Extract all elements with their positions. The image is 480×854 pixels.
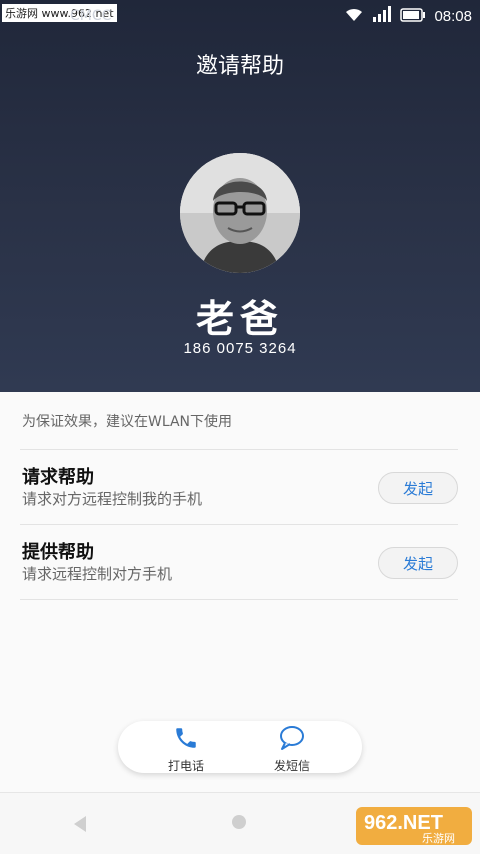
battery-icon bbox=[400, 7, 426, 26]
status-bar: 乐游网 www.962.net CMCC 08:08 bbox=[0, 0, 480, 34]
contact-name: 老爸 bbox=[195, 297, 284, 341]
divider bbox=[20, 524, 458, 525]
divider bbox=[20, 449, 458, 450]
phone-icon bbox=[173, 728, 199, 755]
home-icon[interactable] bbox=[232, 815, 246, 829]
clock: 08:08 bbox=[434, 7, 472, 25]
avatar bbox=[180, 153, 300, 273]
carrier-label: CMCC bbox=[70, 8, 112, 24]
back-icon[interactable] bbox=[72, 815, 88, 837]
request-help-start-button[interactable]: 发起 bbox=[378, 472, 458, 504]
option-subtitle: 请求远程控制对方手机 bbox=[22, 565, 173, 583]
option-title: 提供帮助 bbox=[22, 542, 94, 563]
phone-number: 186 0075 3264 bbox=[183, 340, 297, 357]
call-label: 打电话 bbox=[167, 759, 204, 773]
contact-header: 乐游网 www.962.net CMCC 08:08 邀请帮助 老爸 186 0… bbox=[0, 0, 480, 392]
status-icons: 08:08 bbox=[344, 6, 472, 26]
contact-actions-bar: 打电话 发短信 bbox=[118, 721, 362, 773]
logo-text: 962.NET bbox=[364, 812, 443, 834]
divider bbox=[20, 599, 458, 600]
system-nav-bar: 962.NET 乐游网 bbox=[0, 792, 480, 854]
wifi-icon bbox=[344, 6, 364, 26]
site-watermark-logo: 962.NET 乐游网 bbox=[354, 805, 474, 847]
message-icon bbox=[278, 726, 306, 755]
option-subtitle: 请求对方远程控制我的手机 bbox=[22, 490, 203, 508]
sms-label: 发短信 bbox=[273, 759, 310, 773]
wlan-tip: 为保证效果，建议在WLAN下使用 bbox=[22, 414, 233, 430]
sms-button[interactable]: 发短信 bbox=[252, 725, 332, 774]
page-title: 邀请帮助 bbox=[195, 54, 284, 79]
signal-icon bbox=[372, 6, 392, 26]
provide-help-start-button[interactable]: 发起 bbox=[378, 547, 458, 579]
logo-subtext: 乐游网 bbox=[422, 832, 455, 845]
option-title: 请求帮助 bbox=[22, 467, 94, 488]
call-button[interactable]: 打电话 bbox=[146, 725, 226, 774]
